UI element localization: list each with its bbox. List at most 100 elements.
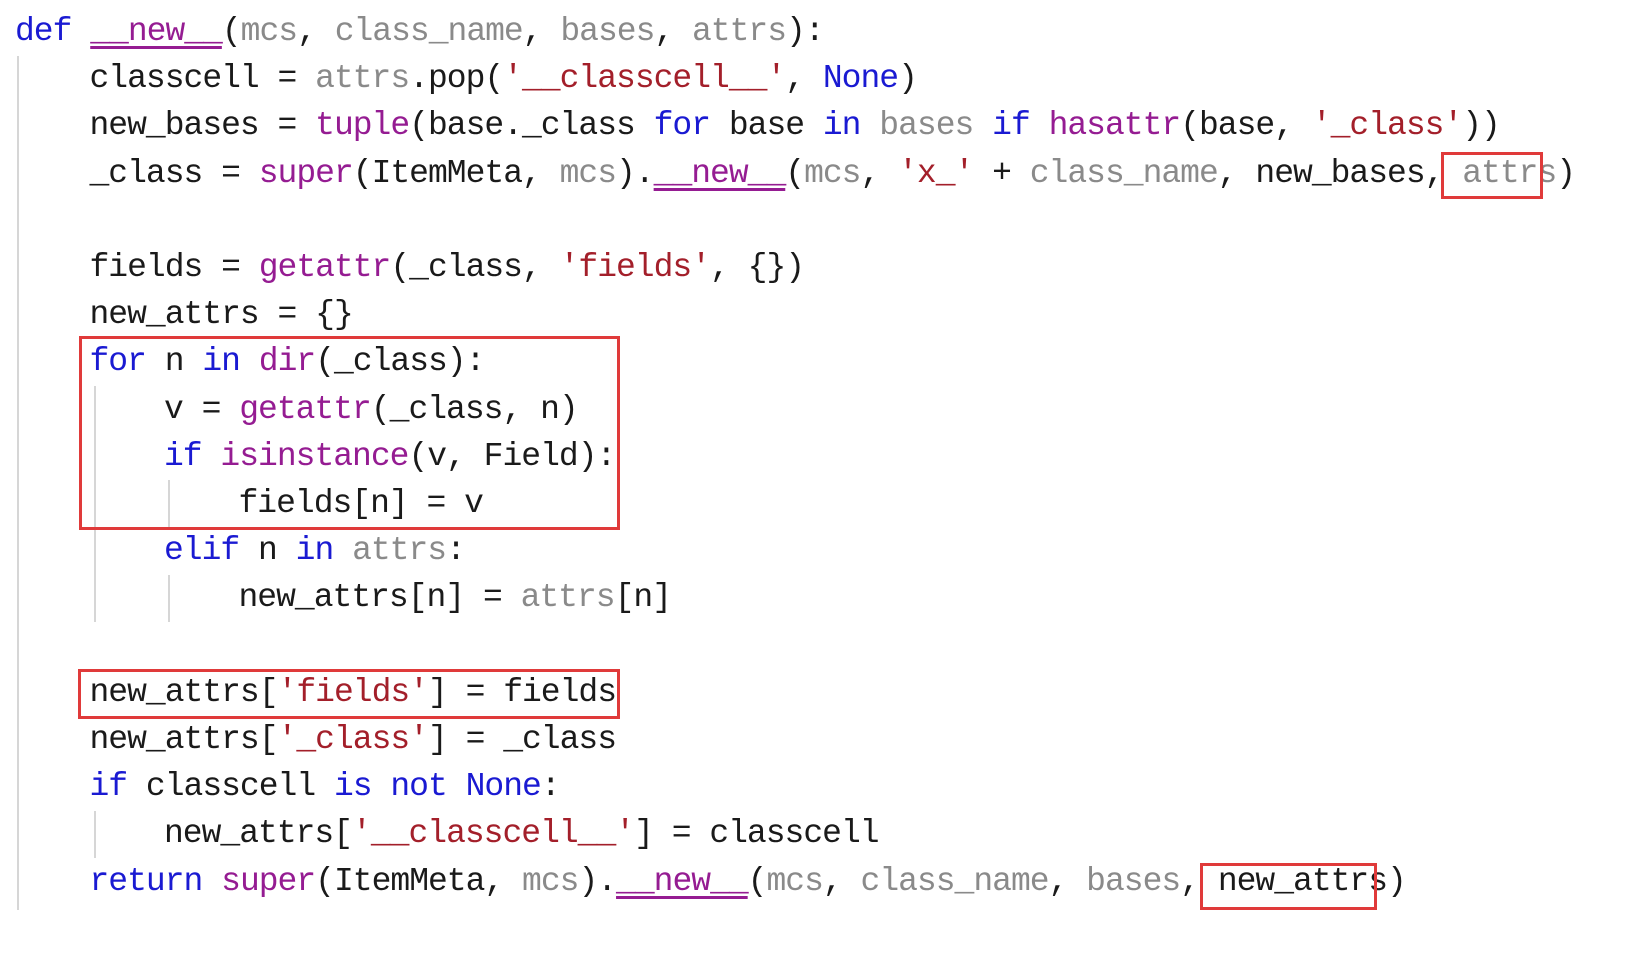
code-token: attrs	[692, 13, 787, 50]
code-token: mcs	[766, 862, 823, 900]
code-token: classcell =	[89, 60, 316, 98]
code-token: ,	[654, 13, 692, 50]
code-token: class_name	[860, 862, 1050, 900]
code-token: (ItemMeta,	[315, 862, 523, 900]
code-token: ,	[822, 862, 861, 900]
code-token: attrs	[520, 579, 616, 617]
code-token: in	[822, 107, 862, 145]
code-token: getattr	[239, 390, 372, 428]
code-token: fields =	[89, 249, 259, 286]
code-token: :	[446, 532, 466, 570]
code-token: ))	[1462, 107, 1501, 145]
code-token: bases	[879, 107, 974, 145]
code-token: in	[295, 532, 335, 570]
code-token: fields[n] = v	[238, 485, 484, 522]
code-token: new_attrs = {}	[89, 296, 354, 334]
code-token: class_name	[1029, 154, 1219, 192]
code-token: new_bases =	[89, 107, 316, 145]
code-token: if	[89, 768, 129, 806]
code-token: [n]	[614, 579, 672, 617]
code-token: n	[239, 532, 296, 570]
code-token: new_attrs[	[89, 721, 279, 758]
code-token: +	[973, 154, 1030, 192]
code-token: def	[15, 13, 72, 50]
code-token: hasattr	[1048, 107, 1182, 145]
code-token: '_class'	[1311, 107, 1463, 145]
code-token: , new_bases,	[1217, 154, 1463, 192]
code-token: (base,	[1180, 107, 1312, 145]
code-line: for n in dir(_class):	[90, 342, 486, 382]
code-token: classcell	[127, 768, 334, 806]
code-token: return	[89, 862, 204, 900]
code-token: ).	[616, 154, 655, 192]
code-token: 'x_'	[898, 154, 974, 192]
code-token: mcs	[240, 13, 298, 50]
code-token: v =	[164, 390, 240, 428]
code-token: (_class):	[315, 343, 485, 381]
code-token: (base._class	[409, 107, 654, 145]
code-line: if isinstance(v, Field):	[164, 437, 616, 477]
code-line: classcell = attrs.pop('__classcell__', N…	[89, 59, 918, 99]
code-line: v = getattr(_class, n)	[164, 390, 579, 430]
code-token: new_attrs	[1217, 862, 1388, 900]
code-token: ,	[1048, 862, 1087, 900]
code-token: ] = classcell	[634, 815, 879, 853]
code-token: ] = _class	[427, 721, 617, 758]
code-token: bases	[1086, 862, 1181, 900]
code-token: getattr	[258, 249, 392, 286]
code-token: ).	[578, 862, 617, 900]
code-token: attrs	[352, 532, 447, 570]
code-token: 'fields'	[277, 673, 429, 711]
code-token: ,	[785, 60, 823, 98]
code-token: __new__	[616, 862, 749, 900]
code-token: isinstance	[220, 437, 409, 475]
code-token: )	[1556, 154, 1576, 192]
indent-guide	[94, 811, 96, 858]
code-line: elif n in attrs:	[164, 531, 466, 571]
code-line: fields = getattr(_class, 'fields', {})	[89, 248, 806, 288]
code-token: ] = fields	[427, 673, 617, 711]
code-token: ,	[1180, 862, 1218, 900]
code-token: ):	[786, 13, 825, 50]
code-line: _class = super(ItemMeta, mcs).__new__(mc…	[90, 154, 1577, 194]
code-line: return super(ItemMeta, mcs).__new__(mcs,…	[89, 862, 1407, 902]
code-token: (ItemMeta,	[352, 154, 560, 192]
code-token: super	[221, 862, 316, 900]
code-token: new_attrs[	[89, 673, 279, 711]
code-token: bases	[560, 13, 655, 50]
code-token: base	[710, 107, 823, 145]
code-line: new_attrs['__classcell__'] = classcell	[164, 814, 880, 854]
indent-guide	[168, 480, 170, 527]
code-token: attrs	[315, 60, 410, 98]
indent-guide	[168, 575, 170, 622]
code-token: new_attrs[	[164, 815, 353, 853]
code-token: ,	[297, 13, 335, 50]
code-token: if	[164, 437, 203, 475]
code-token: '__classcell__'	[503, 60, 786, 98]
code-token: if	[992, 107, 1031, 145]
code-token: dir	[258, 343, 316, 381]
code-line: fields[n] = v	[238, 484, 484, 524]
code-token: (_class,	[390, 249, 560, 286]
code-token: )	[898, 60, 918, 98]
code-token: super	[258, 154, 354, 192]
code-token: '_class'	[277, 721, 429, 758]
code-token: ,	[860, 154, 899, 192]
code-token: ,	[522, 13, 561, 50]
code-token: (_class, n)	[370, 390, 579, 428]
code-token: .pop(	[409, 60, 504, 98]
code-token: __new__	[653, 154, 787, 192]
code-line: new_attrs = {}	[89, 295, 354, 335]
code-token: , {})	[710, 249, 805, 286]
code-token: new_attrs[n] =	[238, 579, 521, 617]
code-line: new_attrs['fields'] = fields	[89, 673, 618, 713]
code-line: def __new__(mcs, class_name, bases, attr…	[15, 12, 825, 52]
code-token: class_name	[334, 13, 524, 50]
